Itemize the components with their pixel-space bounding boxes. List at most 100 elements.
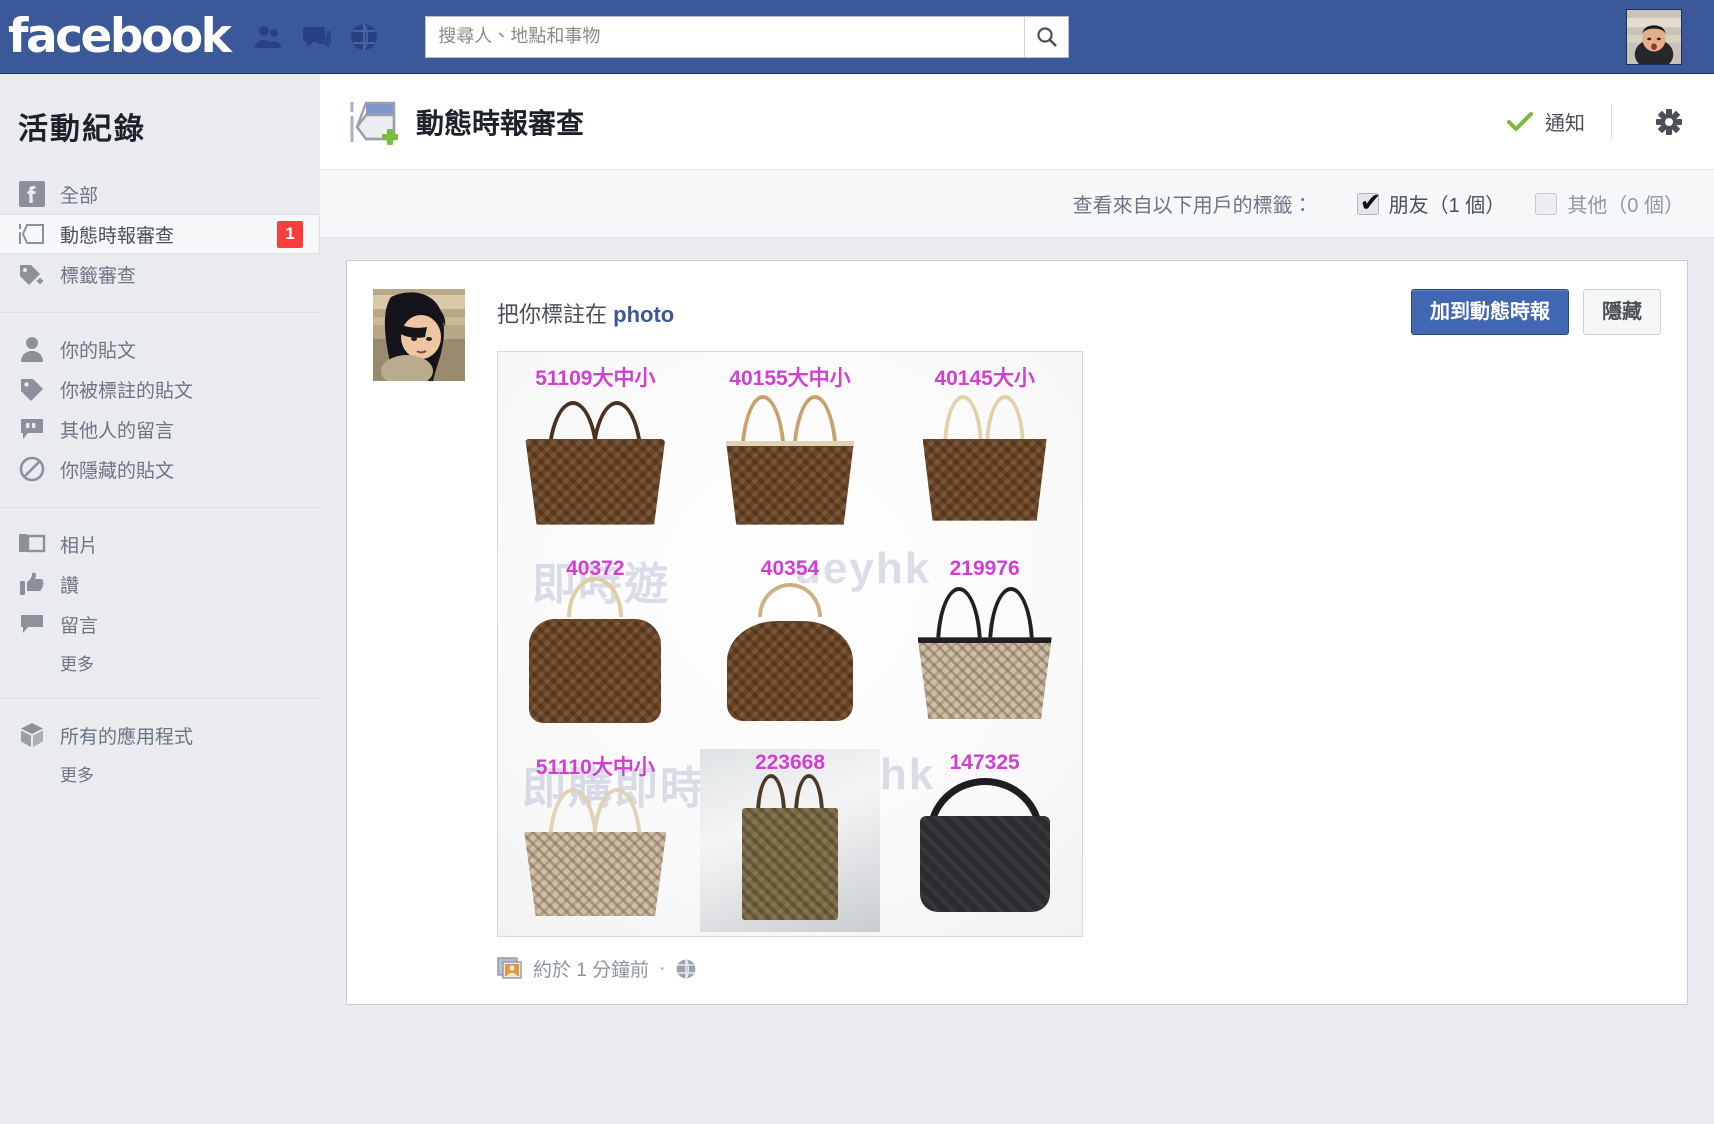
facebook-f-icon — [18, 180, 46, 208]
product-code: 219976 — [949, 556, 1020, 580]
top-navigation-bar: facebook — [0, 0, 1714, 74]
story-photo[interactable]: 即時遊 ueyhk 即購即時遊： ueyhk 51109大中小 — [497, 351, 1083, 937]
product-code: 223668 — [754, 751, 826, 775]
product-code: 51109大中小 — [535, 367, 656, 390]
timeline-review-icon — [346, 94, 402, 150]
sidebar-item-hidden-posts[interactable]: 你隱藏的貼文 — [0, 449, 320, 489]
handbag-shape — [919, 778, 1050, 912]
filter-label: 查看來自以下用戶的標籤： — [1072, 195, 1313, 217]
photos-icon — [18, 530, 46, 558]
story-footer: 約於 1 分鐘前 · — [497, 955, 1661, 982]
filter-option-others[interactable]: 其他（0 個） — [1535, 189, 1684, 218]
checkbox-others[interactable] — [1535, 192, 1558, 215]
sidebar-group-review: 全部 動態時報審查 1 標籤審查 — [0, 174, 320, 294]
main-title: 動態時報審查 — [416, 107, 585, 139]
public-globe-icon[interactable] — [675, 958, 697, 980]
handbag-shape — [725, 394, 854, 525]
sidebar-item-comments[interactable]: 留言 — [0, 604, 320, 644]
handbag-shape — [525, 400, 666, 525]
sidebar-item-your-posts[interactable]: 你的貼文 — [0, 329, 320, 369]
photo-item: 40145大小 — [887, 352, 1082, 547]
sidebar-item-label: 其他人的留言 — [60, 420, 175, 442]
photo-item: 219976 — [887, 547, 1082, 742]
main-header: 動態時報審查 通知 — [320, 74, 1714, 170]
sidebar-item-label: 全部 — [60, 185, 99, 207]
sidebar-item-all-apps[interactable]: 所有的應用程式 — [0, 715, 320, 755]
checkbox-friends[interactable]: ✔ — [1356, 189, 1381, 215]
footer-separator: · — [659, 957, 666, 979]
sidebar-more-media[interactable]: 更多 — [0, 644, 320, 680]
friend-requests-icon[interactable] — [253, 22, 283, 52]
photo-item: 40354 — [693, 547, 888, 742]
sidebar-item-label: 你的貼文 — [60, 340, 137, 362]
sidebar-item-label: 留言 — [60, 615, 99, 637]
story-text-prefix: 把你標註在 — [497, 302, 614, 327]
sidebar-item-label: 你隱藏的貼文 — [60, 460, 175, 482]
sidebar-item-all[interactable]: 全部 — [0, 174, 320, 214]
comment-icon — [18, 610, 46, 638]
avatar[interactable] — [1626, 9, 1682, 65]
sidebar-item-timeline-review[interactable]: 動態時報審查 1 — [0, 214, 320, 254]
sidebar-item-label: 讚 — [60, 575, 80, 597]
sidebar: 活動紀錄 全部 動態時報審查 1 標籤審查 你的貼文 你被標註的貼文 其他人的留… — [0, 74, 320, 1124]
product-code: 40372 — [566, 556, 625, 580]
story-card: 把你標註在 photo 加到動態時報 隱藏 即時遊 ueyhk 即購即時遊： u… — [346, 260, 1688, 1005]
facebook-logo[interactable]: facebook — [8, 13, 232, 60]
sidebar-more-apps[interactable]: 更多 — [0, 755, 320, 791]
story-row: 把你標註在 photo 加到動態時報 隱藏 即時遊 ueyhk 即購即時遊： u… — [373, 289, 1661, 937]
nav-icon-group — [253, 22, 379, 52]
messages-icon[interactable] — [301, 22, 332, 52]
photo-item: 51109大中小 — [498, 352, 693, 547]
handbag-shape — [922, 394, 1047, 521]
add-to-timeline-button[interactable]: 加到動態時報 — [1411, 289, 1569, 335]
filter-option-friends[interactable]: ✔ 朋友（1 個） — [1356, 189, 1505, 218]
photo-album-icon — [497, 956, 523, 981]
search-input[interactable] — [426, 16, 1025, 57]
hidden-ban-icon — [18, 455, 46, 483]
photo-item: 223668 — [693, 741, 888, 936]
search-bar[interactable] — [425, 15, 1070, 58]
comment-bubble-icon — [18, 415, 46, 443]
search-button[interactable] — [1024, 16, 1069, 57]
notify-button[interactable]: 通知 — [1507, 107, 1611, 136]
thumbs-up-icon — [18, 570, 46, 598]
sidebar-item-label: 相片 — [60, 535, 99, 557]
search-icon — [1037, 26, 1057, 47]
tag-plus-icon — [18, 260, 46, 288]
product-code: 147325 — [949, 751, 1020, 775]
gear-icon — [1656, 108, 1682, 135]
sidebar-item-tag-review[interactable]: 標籤審查 — [0, 254, 320, 294]
sidebar-item-others-comments[interactable]: 其他人的留言 — [0, 409, 320, 449]
handbag-shape — [529, 577, 662, 724]
sidebar-item-photos[interactable]: 相片 — [0, 524, 320, 564]
product-code: 51110大中小 — [535, 756, 655, 780]
product-code: 40155大中小 — [729, 367, 851, 390]
sidebar-group-apps: 所有的應用程式 更多 — [0, 698, 320, 791]
header-actions: 通知 — [1507, 103, 1684, 140]
sidebar-item-label: 動態時報審查 — [60, 225, 175, 247]
product-code: 40145大小 — [934, 367, 1035, 390]
sidebar-item-likes[interactable]: 讚 — [0, 564, 320, 604]
photo-item: 51110大中小 — [498, 741, 693, 936]
story-timestamp[interactable]: 約於 1 分鐘前 — [533, 955, 649, 982]
person-icon — [18, 335, 46, 363]
tag-source-filter-bar: 查看來自以下用戶的標籤： ✔ 朋友（1 個） 其他（0 個） — [320, 170, 1714, 238]
settings-button[interactable] — [1612, 107, 1684, 137]
apps-cube-icon — [18, 721, 46, 749]
notify-label: 通知 — [1545, 113, 1585, 135]
story-photo-link[interactable]: photo — [613, 302, 674, 327]
notifications-globe-icon[interactable] — [349, 22, 379, 52]
handbag-shape — [917, 587, 1052, 720]
timeline-review-icon — [18, 220, 46, 248]
avatar[interactable] — [373, 289, 465, 381]
green-check-icon — [1507, 111, 1533, 131]
sidebar-group-posts: 你的貼文 你被標註的貼文 其他人的留言 你隱藏的貼文 — [0, 312, 320, 489]
photo-bag-grid: 51109大中小 40155大中小 40145大小 40372 40354 21… — [498, 352, 1082, 936]
sidebar-item-tagged-posts[interactable]: 你被標註的貼文 — [0, 369, 320, 409]
sidebar-item-label: 你被標註的貼文 — [60, 380, 194, 402]
hide-button[interactable]: 隱藏 — [1583, 289, 1661, 335]
page-title: 活動紀錄 — [18, 113, 146, 146]
product-code: 40354 — [760, 556, 820, 580]
status-badge: 1 — [277, 220, 303, 248]
photo-item: 40155大中小 — [693, 352, 888, 547]
